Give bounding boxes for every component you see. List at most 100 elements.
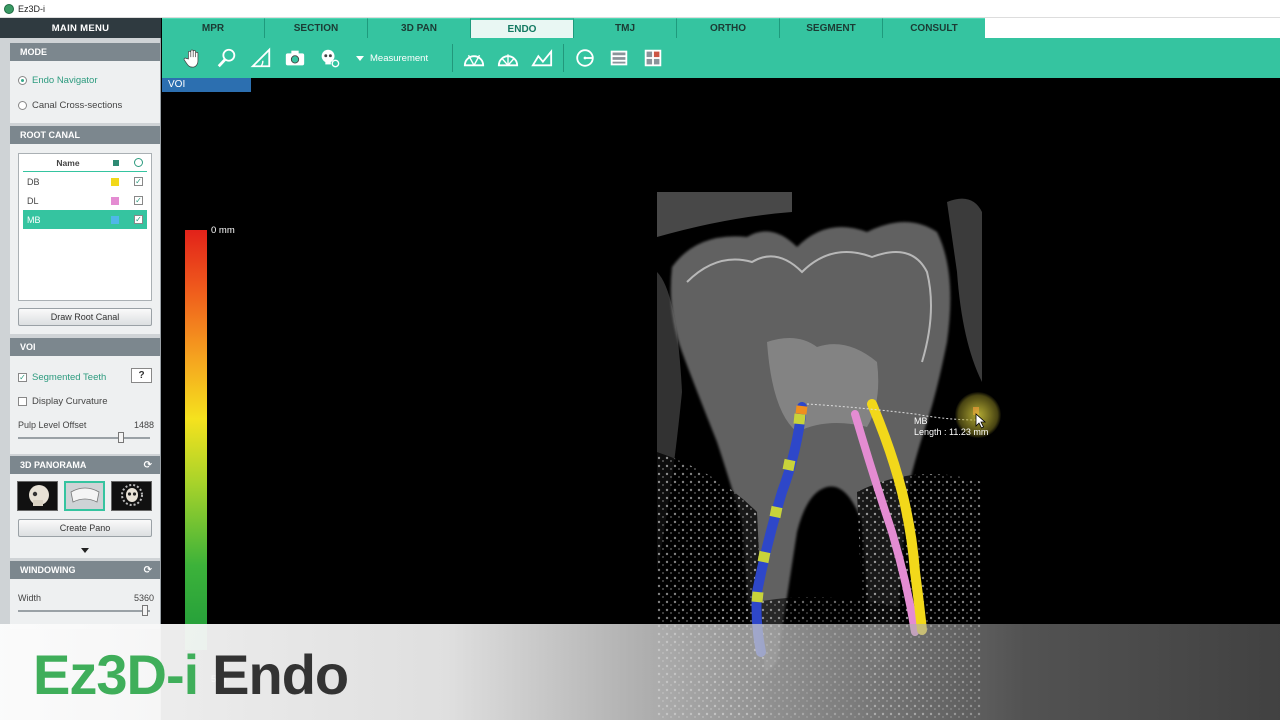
toolbar-separator xyxy=(452,44,454,72)
module-tabbar: MPR SECTION 3D PAN ENDO TMJ ORTHO SEGMEN… xyxy=(162,18,986,38)
checkbox-checked[interactable]: ✓ xyxy=(18,373,27,382)
rotate-view-icon[interactable] xyxy=(568,41,602,75)
brand-title-module: Endo xyxy=(212,643,349,706)
zoom-icon[interactable] xyxy=(210,41,244,75)
mode-option-endo-navigator[interactable]: Endo Navigator xyxy=(18,75,97,86)
segmented-teeth-label: Segmented Teeth xyxy=(32,372,107,383)
segmented-teeth-checkbox[interactable]: ✓ Segmented Teeth xyxy=(18,372,106,383)
root-canal-row-db[interactable]: DB ✓ xyxy=(23,172,147,191)
canal-color-swatch[interactable] xyxy=(111,177,119,186)
camera-icon[interactable] xyxy=(278,41,312,75)
tab-tmj[interactable]: TMJ xyxy=(574,18,677,38)
canal-path-icon[interactable] xyxy=(525,41,559,75)
mode-option-label: Endo Navigator xyxy=(32,75,98,86)
tab-consult[interactable]: CONSULT xyxy=(883,18,986,38)
visibility-eye-icon xyxy=(134,158,143,167)
toolbar-separator xyxy=(563,44,565,72)
tab-ortho[interactable]: ORTHO xyxy=(677,18,780,38)
slider-thumb[interactable] xyxy=(142,605,148,616)
refresh-icon[interactable]: ⟳ xyxy=(144,565,152,576)
root-canal-section-title: ROOT CANAL xyxy=(20,130,80,140)
tab-endo[interactable]: ENDO xyxy=(471,18,574,38)
canal-multi-icon[interactable] xyxy=(491,41,525,75)
measurement-dropdown[interactable]: Measurement xyxy=(356,53,428,64)
canal-color-swatch[interactable] xyxy=(111,196,119,205)
windowing-section-title: WINDOWING xyxy=(20,565,76,575)
annotation-canal-length: Length : 11.23 mm xyxy=(914,427,989,437)
canal-angle-icon[interactable] xyxy=(457,41,491,75)
refresh-icon[interactable]: ⟳ xyxy=(144,460,152,471)
mode-option-canal-cross-sections[interactable]: Canal Cross-sections xyxy=(18,100,122,111)
tab-section[interactable]: SECTION xyxy=(265,18,368,38)
canal-visibility-checkbox[interactable]: ✓ xyxy=(134,215,143,224)
mode-option-label: Canal Cross-sections xyxy=(32,100,123,111)
window-width-value: 5360 xyxy=(133,593,154,603)
slider-track[interactable] xyxy=(18,437,150,439)
canal-length-annotation: MB Length : 11.23 mm xyxy=(914,416,988,438)
expand-arrow-icon[interactable] xyxy=(81,548,89,553)
tab-mpr[interactable]: MPR xyxy=(162,18,265,38)
display-curvature-label: Display Curvature xyxy=(32,396,108,407)
display-curvature-checkbox[interactable]: Display Curvature xyxy=(18,396,108,407)
window-width-slider: Width 5360 xyxy=(18,593,154,619)
angle-ruler-icon[interactable] xyxy=(244,41,278,75)
mode-section-header: MODE xyxy=(10,43,160,61)
window-titlebar: Ez3D-i xyxy=(0,0,1280,18)
slider-track[interactable] xyxy=(18,610,150,612)
radio-button-off[interactable] xyxy=(18,101,27,110)
mode-section-title: MODE xyxy=(20,47,47,57)
color-column-icon xyxy=(113,159,119,166)
panorama-section-title: 3D PANORAMA xyxy=(20,460,87,470)
root-canal-list-header: Name xyxy=(23,154,147,172)
brand-title-product: Ez3D-i xyxy=(33,643,199,706)
panorama-thumb-skull-frontal[interactable] xyxy=(111,481,152,511)
voi-section-header: VOI xyxy=(10,338,160,356)
canal-name: MB xyxy=(27,214,41,225)
slider-thumb[interactable] xyxy=(118,432,124,443)
panorama-thumb-skull-lateral[interactable] xyxy=(17,481,58,511)
window-title: Ez3D-i xyxy=(18,3,46,14)
tabbar-empty-area xyxy=(985,18,1280,38)
pulp-level-offset-value: 1488 xyxy=(133,420,154,430)
root-canal-list: Name DB ✓ DL ✓ MB ✓ xyxy=(18,153,152,301)
root-canal-section-header: ROOT CANAL xyxy=(10,126,160,144)
canal-name: DB xyxy=(27,176,40,187)
windowing-section-header: WINDOWING ⟳ xyxy=(10,561,160,579)
canal-name: DL xyxy=(27,195,39,206)
checkbox-unchecked[interactable] xyxy=(18,397,27,406)
toolbar: Measurement xyxy=(162,38,1280,78)
radio-button-on[interactable] xyxy=(18,76,27,85)
panorama-section-header: 3D PANORAMA ⟳ xyxy=(10,456,160,474)
canal-color-swatch[interactable] xyxy=(111,215,119,224)
create-pano-button[interactable]: Create Pano xyxy=(18,519,152,537)
sidebar: MODE Endo Navigator Canal Cross-sections… xyxy=(0,38,161,720)
main-menu-button[interactable]: MAIN MENU xyxy=(0,18,161,38)
measurement-label: Measurement xyxy=(370,52,429,64)
canal-visibility-checkbox[interactable]: ✓ xyxy=(134,177,143,186)
tab-3d-pan[interactable]: 3D PAN xyxy=(368,18,471,38)
viewport-voi-label: VOI xyxy=(162,78,251,92)
root-canal-row-mb[interactable]: MB ✓ xyxy=(23,210,147,229)
pulp-level-offset-label: Pulp Level Offset xyxy=(18,420,87,430)
canal-visibility-checkbox[interactable]: ✓ xyxy=(134,196,143,205)
annotation-canal-name: MB xyxy=(914,416,928,426)
panorama-thumbnails xyxy=(17,481,152,511)
grid-image-icon[interactable] xyxy=(636,41,670,75)
slice-image-icon[interactable] xyxy=(602,41,636,75)
distance-color-scale xyxy=(185,230,207,650)
tab-segment[interactable]: SEGMENT xyxy=(780,18,883,38)
skull-view-icon[interactable] xyxy=(312,41,346,75)
help-button[interactable]: ? xyxy=(131,368,152,383)
panorama-thumb-dental-arch[interactable] xyxy=(64,481,105,511)
brand-title: Ez3D-i Endo xyxy=(33,643,349,706)
root-canal-row-dl[interactable]: DL ✓ xyxy=(23,191,147,210)
hand-pan-icon[interactable] xyxy=(176,41,210,75)
window-width-label: Width xyxy=(18,593,42,603)
voi-section-title: VOI xyxy=(20,342,36,352)
column-name-header: Name xyxy=(56,157,80,168)
mode-section-body xyxy=(10,61,160,123)
draw-root-canal-button[interactable]: Draw Root Canal xyxy=(18,308,152,326)
chevron-down-icon xyxy=(356,55,364,61)
pulp-level-offset-slider: Pulp Level Offset 1488 xyxy=(18,420,154,446)
app-logo-icon xyxy=(4,3,14,14)
